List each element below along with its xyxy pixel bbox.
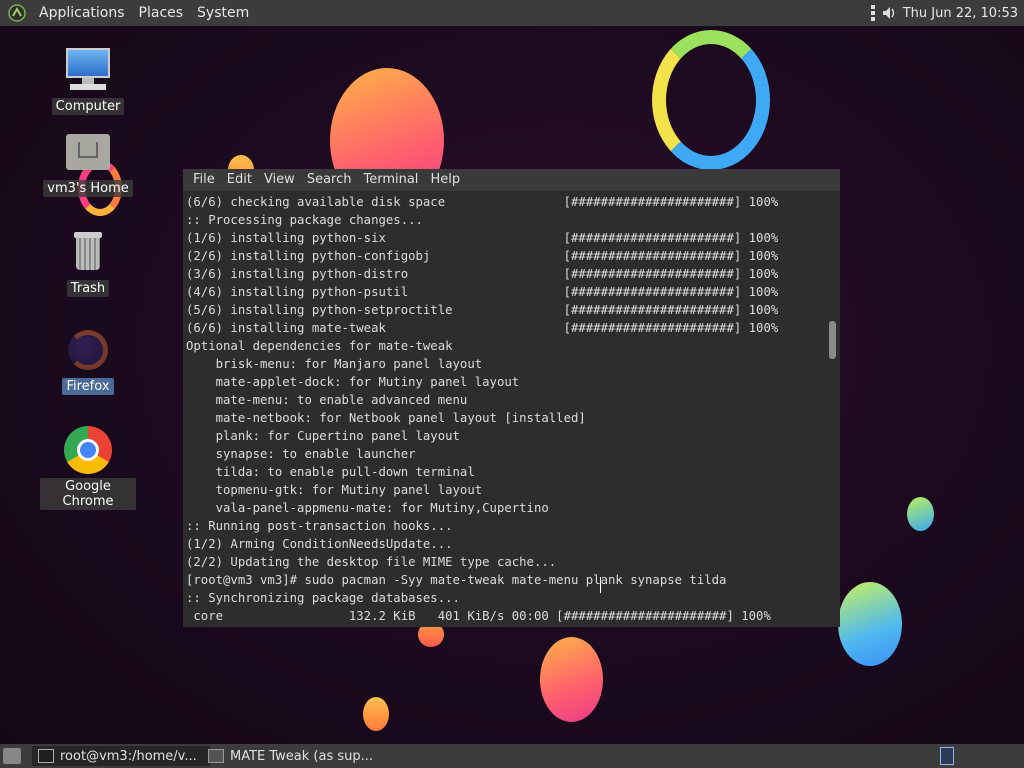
terminal-menubar: File Edit View Search Terminal Help	[183, 169, 840, 191]
show-desktop-icon[interactable]	[3, 748, 21, 764]
chrome-icon	[64, 426, 112, 474]
terminal-window[interactable]: File Edit View Search Terminal Help (6/6…	[183, 169, 840, 627]
terminal-line: topmenu-gtk: for Mutiny panel layout	[186, 483, 483, 497]
desktop-icon-trash[interactable]: Trash	[40, 228, 136, 297]
terminal-line: (3/6) installing python-distro [########…	[186, 267, 779, 281]
terminal-output[interactable]: (6/6) checking available disk space [###…	[183, 193, 826, 625]
terminal-menu-file[interactable]: File	[187, 169, 221, 191]
taskbar-item-mate-tweak[interactable]: MATE Tweak (as sup...	[202, 746, 384, 766]
wallpaper-blob	[652, 30, 770, 170]
terminal-line: vala-panel-appmenu-mate: for Mutiny,Cupe…	[186, 501, 549, 515]
terminal-line: (4/6) installing python-psutil [########…	[186, 285, 779, 299]
volume-icon[interactable]	[881, 5, 897, 21]
terminal-text: (6/6) checking available disk space [###…	[183, 193, 826, 625]
scrollbar-thumb[interactable]	[829, 321, 836, 359]
terminal-icon	[38, 749, 54, 763]
terminal-line: plank: for Cupertino panel layout	[186, 429, 460, 443]
mate-tweak-icon	[208, 749, 224, 763]
terminal-line: :: Running post-transaction hooks...	[186, 519, 453, 533]
applications-menu[interactable]: Applications	[32, 0, 132, 26]
wallpaper-blob	[907, 497, 934, 531]
terminal-menu-help[interactable]: Help	[424, 169, 466, 191]
terminal-menu-terminal[interactable]: Terminal	[357, 169, 424, 191]
terminal-line: mate-netbook: for Netbook panel layout […	[186, 411, 586, 425]
desktop-icon-firefox[interactable]: Firefox	[40, 326, 136, 395]
wallpaper-blob	[540, 637, 603, 722]
bottom-panel: root@vm3:/home/v... MATE Tweak (as sup..…	[0, 744, 1024, 768]
clock[interactable]: Thu Jun 22, 10:53	[903, 6, 1018, 21]
taskbar-item-label: root@vm3:/home/v...	[60, 748, 197, 764]
desktop-icon-computer[interactable]: Computer	[40, 46, 136, 115]
desktop-icon-label: Trash	[66, 280, 110, 297]
terminal-line: (1/6) installing python-six [###########…	[186, 231, 779, 245]
desktop-icon-chrome[interactable]: Google Chrome	[40, 426, 136, 510]
terminal-line: core 132.2 KiB 401 KiB/s 00:00 [########…	[186, 609, 771, 623]
terminal-line: (2/6) installing python-configobj [#####…	[186, 249, 779, 263]
top-panel: Applications Places System Thu Jun 22, 1…	[0, 0, 1024, 26]
desktop-icon-label: Firefox	[62, 378, 114, 395]
places-menu[interactable]: Places	[132, 0, 191, 26]
terminal-line: (6/6) checking available disk space [###…	[186, 195, 779, 209]
terminal-line: tilda: to enable pull-down terminal	[186, 465, 475, 479]
terminal-line: (6/6) installing mate-tweak [###########…	[186, 321, 779, 335]
taskbar-item-terminal[interactable]: root@vm3:/home/v...	[32, 746, 210, 766]
terminal-menu-view[interactable]: View	[258, 169, 301, 191]
home-folder-icon	[64, 128, 112, 176]
desktop-icon-label: Computer	[51, 98, 125, 115]
terminal-menu-edit[interactable]: Edit	[221, 169, 258, 191]
computer-icon	[64, 46, 112, 94]
terminal-line: synapse: to enable launcher	[186, 447, 416, 461]
wallpaper-blob	[363, 697, 389, 731]
workspace-switcher[interactable]	[940, 747, 954, 765]
desktop-icon-home[interactable]: vm3's Home	[40, 128, 136, 197]
terminal-line: (5/6) installing python-setproctitle [##…	[186, 303, 779, 317]
terminal-line: :: Synchronizing package databases...	[186, 591, 460, 605]
mouse-cursor-icon	[600, 577, 604, 593]
firefox-icon	[64, 326, 112, 374]
terminal-menu-search[interactable]: Search	[301, 169, 358, 191]
network-icon[interactable]	[870, 5, 875, 21]
terminal-line: (1/2) Arming ConditionNeedsUpdate...	[186, 537, 453, 551]
trash-icon	[64, 228, 112, 276]
top-panel-tray: Thu Jun 22, 10:53	[870, 0, 1018, 26]
desktop-icon-label: vm3's Home	[43, 180, 133, 197]
terminal-line: :: Processing package changes...	[186, 213, 423, 227]
wallpaper-blob	[838, 582, 902, 666]
terminal-line: mate-applet-dock: for Mutiny panel layou…	[186, 375, 520, 389]
desktop-icon-label: Google Chrome	[40, 478, 136, 510]
terminal-line: (2/2) Updating the desktop file MIME typ…	[186, 555, 557, 569]
terminal-line: brisk-menu: for Manjaro panel layout	[186, 357, 483, 371]
terminal-scrollbar[interactable]	[826, 193, 840, 625]
terminal-line: Optional dependencies for mate-tweak	[186, 339, 453, 353]
terminal-line: [root@vm3 vm3]# sudo pacman -Syy mate-tw…	[186, 573, 727, 587]
system-menu[interactable]: System	[190, 0, 256, 26]
terminal-line: mate-menu: to enable advanced menu	[186, 393, 468, 407]
mate-logo-icon[interactable]	[8, 4, 26, 22]
taskbar-item-label: MATE Tweak (as sup...	[230, 748, 374, 764]
